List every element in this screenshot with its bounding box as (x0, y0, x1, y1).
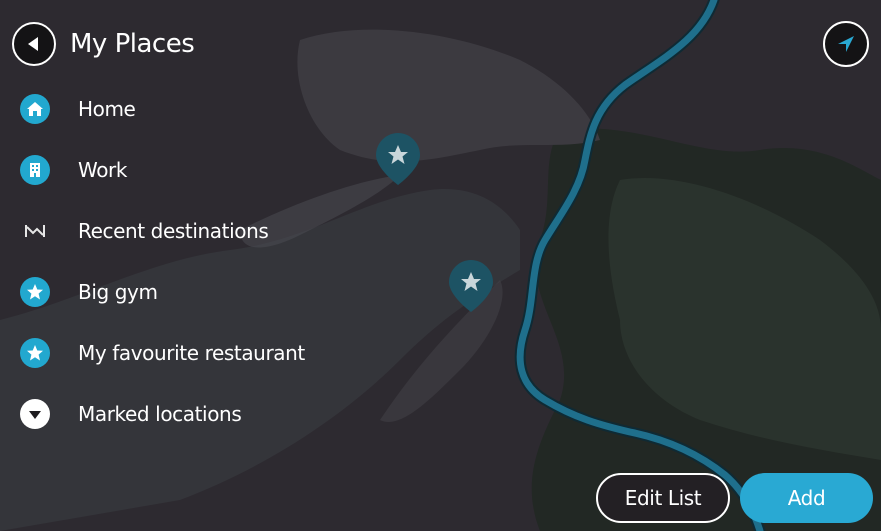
places-list: Home Work Recent destinations Big gym My… (20, 78, 440, 444)
page-title: My Places (70, 29, 195, 59)
place-label: Recent destinations (78, 218, 269, 243)
place-label: Marked locations (78, 401, 242, 426)
current-location-button[interactable] (823, 21, 869, 67)
list-item-big-gym[interactable]: Big gym (20, 261, 440, 322)
work-building-icon (20, 154, 50, 185)
recent-route-icon (20, 216, 50, 246)
add-button[interactable]: Add (740, 473, 873, 523)
list-item-recent-destinations[interactable]: Recent destinations (20, 200, 440, 261)
back-button[interactable] (12, 22, 56, 66)
place-label: Big gym (78, 279, 158, 304)
chevron-down-icon (20, 398, 50, 429)
star-icon (20, 276, 50, 307)
edit-list-button[interactable]: Edit List (596, 473, 730, 523)
place-label: My favourite restaurant (78, 340, 305, 365)
home-icon (20, 93, 50, 124)
list-item-work[interactable]: Work (20, 139, 440, 200)
back-arrow-icon (28, 37, 38, 51)
place-label: Work (78, 157, 128, 182)
star-icon (20, 337, 50, 368)
navigation-arrow-icon (838, 36, 854, 52)
list-item-marked-locations[interactable]: Marked locations (20, 383, 440, 444)
header: My Places (12, 20, 195, 68)
list-item-favourite-restaurant[interactable]: My favourite restaurant (20, 322, 440, 383)
place-label: Home (78, 96, 136, 121)
list-item-home[interactable]: Home (20, 78, 440, 139)
my-places-screen: My Places Home Work Recent destinations … (0, 0, 881, 531)
